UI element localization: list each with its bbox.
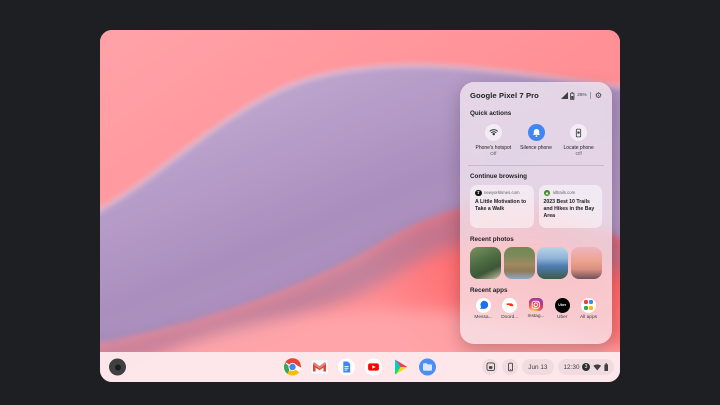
canyon-trail-photo[interactable] bbox=[503, 246, 535, 279]
screencast-button[interactable] bbox=[482, 359, 499, 375]
chromeos-screen: Google Pixel 7 Pro 26% ⚙ Quick actions P… bbox=[100, 30, 620, 382]
clock: 12:30 bbox=[563, 363, 580, 371]
phone-status-cluster: 26% ⚙ bbox=[560, 91, 602, 100]
screencast-icon bbox=[486, 362, 495, 372]
continue-browsing-row: T newyorktimes.com A Little Motivation t… bbox=[470, 184, 602, 228]
quick-actions-row: Phone's hotspot Off Silence phone Locate… bbox=[470, 124, 602, 157]
quick-action-status: Off bbox=[575, 151, 582, 157]
all-apps-grid-icon bbox=[581, 297, 596, 313]
recent-app-all-apps[interactable]: All apps bbox=[576, 297, 601, 320]
nyt-favicon: T bbox=[475, 189, 482, 196]
app-label: Messa... bbox=[474, 315, 493, 320]
settings-gear-icon[interactable]: ⚙ bbox=[595, 91, 602, 100]
hotspot-icon[interactable] bbox=[484, 124, 502, 141]
app-label: Uber bbox=[557, 315, 568, 320]
tab-title: A Little Motivation to Take a Walk bbox=[475, 199, 527, 213]
google-play-icon[interactable] bbox=[392, 358, 410, 376]
sunset-photo[interactable] bbox=[570, 246, 602, 279]
gmail-icon[interactable] bbox=[311, 358, 329, 376]
quick-action-silence-phone[interactable]: Silence phone bbox=[515, 124, 558, 157]
chrome-icon[interactable] bbox=[283, 358, 302, 376]
files-icon[interactable] bbox=[419, 358, 437, 376]
recent-app-messages[interactable]: Messa... bbox=[471, 297, 496, 320]
locate-phone-icon[interactable] bbox=[570, 124, 588, 141]
tab-title: 2023 Best 10 Trails and Hikes in the Bay… bbox=[543, 199, 595, 220]
alltrails-favicon bbox=[543, 189, 550, 196]
battery-percent: 26% bbox=[577, 93, 587, 98]
phone-hub-icon bbox=[507, 362, 513, 372]
recent-app-doordash[interactable]: Doord... bbox=[497, 297, 522, 320]
phone-hub-header: Google Pixel 7 Pro 26% ⚙ bbox=[470, 91, 602, 100]
continue-browsing-heading: Continue browsing bbox=[470, 172, 528, 180]
shelf: Jun 13 12:30 3 bbox=[100, 352, 620, 382]
google-docs-icon[interactable] bbox=[338, 358, 356, 376]
date-pill[interactable]: Jun 13 bbox=[522, 359, 554, 375]
date-label: Jun 13 bbox=[528, 363, 548, 371]
quick-action-hotspot[interactable]: Phone's hotspot Off bbox=[472, 124, 515, 157]
desktop: Google Pixel 7 Pro 26% ⚙ Quick actions P… bbox=[0, 0, 720, 405]
recent-photos-row bbox=[470, 246, 602, 279]
browser-tab-card[interactable]: T newyorktimes.com A Little Motivation t… bbox=[470, 184, 534, 228]
status-tray: Jun 13 12:30 3 bbox=[482, 359, 614, 375]
tab-domain: newyorktimes.com bbox=[484, 190, 520, 196]
launcher-icon bbox=[114, 364, 121, 370]
recent-app-uber[interactable]: Uber Uber bbox=[550, 297, 575, 320]
quick-actions-heading: Quick actions bbox=[470, 110, 512, 117]
phone-name: Google Pixel 7 Pro bbox=[470, 91, 539, 100]
pinned-apps bbox=[283, 358, 437, 376]
signal-icon bbox=[560, 92, 568, 99]
instagram-app-icon bbox=[529, 297, 543, 311]
section-divider bbox=[468, 164, 604, 166]
coastline-photo[interactable] bbox=[537, 246, 569, 279]
wifi-icon bbox=[592, 364, 601, 371]
quick-action-locate-phone[interactable]: Locate phone Off bbox=[557, 124, 600, 157]
phone-hub-panel: Google Pixel 7 Pro 26% ⚙ Quick actions P… bbox=[460, 82, 612, 344]
forest-trail-photo[interactable] bbox=[470, 246, 502, 279]
uber-app-icon: Uber bbox=[554, 297, 570, 313]
notification-counter: 3 bbox=[582, 363, 590, 371]
app-label: All apps bbox=[579, 315, 598, 320]
browser-tab-card[interactable]: alltrails.com 2023 Best 10 Trails and Hi… bbox=[538, 184, 602, 228]
quick-action-status: Off bbox=[490, 151, 497, 157]
quick-action-label: Locate phone bbox=[563, 144, 594, 151]
recent-apps-heading: Recent apps bbox=[470, 286, 508, 294]
status-area[interactable]: 12:30 3 bbox=[557, 359, 614, 375]
phone-hub-button[interactable] bbox=[502, 359, 519, 375]
battery-icon bbox=[570, 91, 575, 100]
launcher-button[interactable] bbox=[109, 358, 126, 376]
messages-app-icon bbox=[476, 297, 491, 313]
quick-action-label: Silence phone bbox=[520, 144, 552, 151]
app-label: Instag... bbox=[527, 313, 545, 319]
youtube-icon[interactable] bbox=[365, 358, 383, 376]
battery-icon bbox=[603, 362, 608, 371]
recent-apps-row: Messa... Doord... Instag... Uber Uber Al… bbox=[470, 297, 602, 321]
tab-domain: alltrails.com bbox=[552, 190, 576, 196]
doordash-app-icon bbox=[502, 297, 518, 313]
recent-app-instagram[interactable]: Instag... bbox=[524, 297, 549, 321]
app-label: Doord... bbox=[501, 315, 519, 320]
bell-icon[interactable] bbox=[527, 124, 545, 141]
recent-photos-heading: Recent photos bbox=[470, 235, 514, 243]
quick-action-label: Phone's hotspot bbox=[475, 144, 512, 151]
divider bbox=[590, 92, 592, 99]
